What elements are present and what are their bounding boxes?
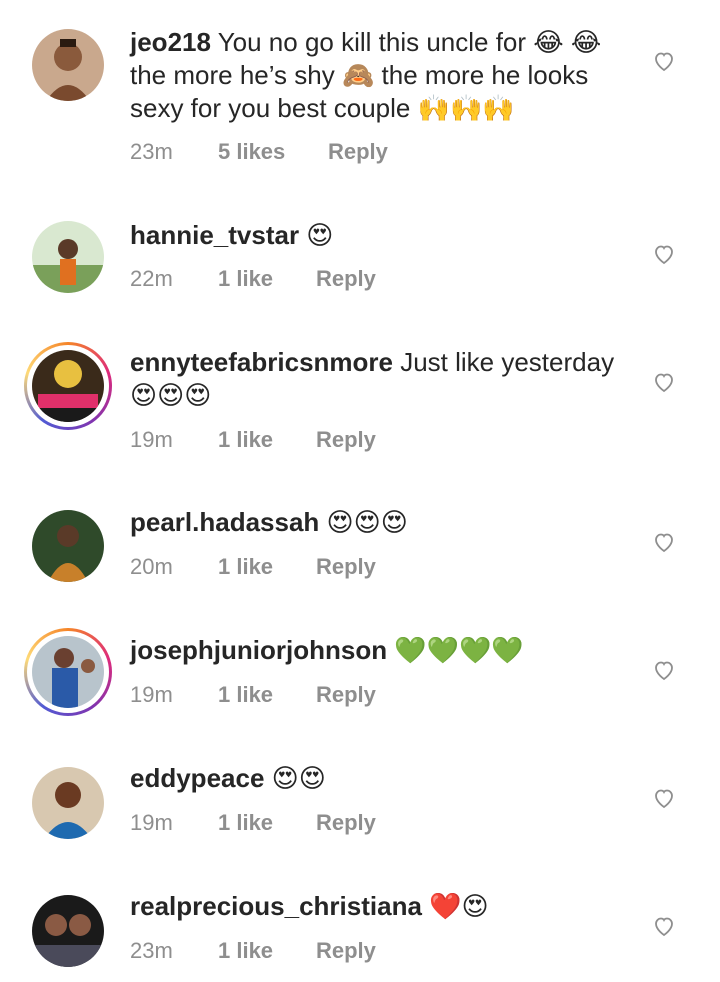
comment-text: josephjuniorjohnson 💚💚💚💚 bbox=[130, 634, 630, 667]
avatar[interactable] bbox=[24, 628, 112, 716]
heart-outline-icon[interactable] bbox=[652, 49, 676, 73]
heart-outline-icon[interactable] bbox=[652, 786, 676, 810]
comment-text: pearl.hadassah 😍😍😍 bbox=[130, 506, 630, 539]
comment-likes[interactable]: 1 like bbox=[218, 266, 316, 292]
reply-button[interactable]: Reply bbox=[316, 682, 376, 708]
comment-body: 😍😍😍 bbox=[319, 507, 408, 537]
story-ring bbox=[27, 345, 109, 427]
comment-likes[interactable]: 1 like bbox=[218, 682, 316, 708]
comment-text: jeo218 You no go kill this uncle for 😂 😂… bbox=[130, 26, 630, 125]
comment-username[interactable]: hannie_tvstar bbox=[130, 220, 299, 250]
avatar-image bbox=[32, 895, 104, 967]
heart-outline-icon[interactable] bbox=[652, 914, 676, 938]
avatar-image bbox=[32, 636, 104, 708]
comment-time: 22m bbox=[130, 266, 173, 291]
comment-username[interactable]: pearl.hadassah bbox=[130, 507, 319, 537]
comment-meta: 23m 5 likes Reply bbox=[130, 139, 388, 165]
comment-body: 💚💚💚💚 bbox=[387, 635, 524, 665]
reply-button[interactable]: Reply bbox=[316, 427, 376, 453]
comment-likes[interactable]: 5 likes bbox=[218, 139, 328, 165]
heart-outline-icon[interactable] bbox=[652, 530, 676, 554]
avatar[interactable] bbox=[30, 27, 106, 103]
comment-meta: 19m 1 like Reply bbox=[130, 810, 376, 836]
comment-username[interactable]: jeo218 bbox=[130, 27, 211, 57]
reply-button[interactable]: Reply bbox=[316, 938, 376, 964]
comment-username[interactable]: eddypeace bbox=[130, 763, 264, 793]
heart-outline-icon[interactable] bbox=[652, 242, 676, 266]
comment-username[interactable]: ennyteefabricsnmore bbox=[130, 347, 393, 377]
comment-body: 😍😍 bbox=[264, 763, 326, 793]
story-ring bbox=[27, 631, 109, 713]
comment-time: 19m bbox=[130, 810, 173, 835]
reply-button[interactable]: Reply bbox=[316, 266, 376, 292]
avatar-image bbox=[32, 29, 104, 101]
comment-time: 20m bbox=[130, 554, 173, 579]
avatar[interactable] bbox=[24, 342, 112, 430]
reply-button[interactable]: Reply bbox=[316, 810, 376, 836]
avatar-image bbox=[32, 350, 104, 422]
avatar-image bbox=[32, 510, 104, 582]
heart-outline-icon[interactable] bbox=[652, 370, 676, 394]
comment-text: hannie_tvstar 😍 bbox=[130, 219, 630, 252]
comment-username[interactable]: realprecious_christiana bbox=[130, 891, 422, 921]
heart-outline-icon[interactable] bbox=[652, 658, 676, 682]
avatar-image bbox=[32, 767, 104, 839]
avatar[interactable] bbox=[30, 508, 106, 584]
comment-time: 23m bbox=[130, 938, 173, 963]
reply-button[interactable]: Reply bbox=[316, 554, 376, 580]
comment-body: ❤️😍 bbox=[421, 891, 489, 921]
comment-likes[interactable]: 1 like bbox=[218, 427, 316, 453]
comment-meta: 20m 1 like Reply bbox=[130, 554, 376, 580]
comment-username[interactable]: josephjuniorjohnson bbox=[130, 635, 387, 665]
comment-meta: 19m 1 like Reply bbox=[130, 427, 376, 453]
comment-text: eddypeace 😍😍 bbox=[130, 762, 630, 795]
avatar[interactable] bbox=[30, 893, 106, 969]
comment-likes[interactable]: 1 like bbox=[218, 938, 316, 964]
comment-text: ennyteefabricsnmore Just like yesterday😍… bbox=[130, 346, 630, 412]
comment-body: 😍 bbox=[299, 220, 334, 250]
comment-likes[interactable]: 1 like bbox=[218, 810, 316, 836]
comment-text: realprecious_christiana ❤️😍 bbox=[130, 890, 630, 923]
comment-time: 23m bbox=[130, 139, 173, 164]
comment-likes[interactable]: 1 like bbox=[218, 554, 316, 580]
comment-meta: 22m 1 like Reply bbox=[130, 266, 376, 292]
avatar[interactable] bbox=[30, 219, 106, 295]
comment-time: 19m bbox=[130, 427, 173, 452]
comment-time: 19m bbox=[130, 682, 173, 707]
avatar-image bbox=[32, 221, 104, 293]
comment-meta: 23m 1 like Reply bbox=[130, 938, 376, 964]
avatar[interactable] bbox=[30, 765, 106, 841]
comment-meta: 19m 1 like Reply bbox=[130, 682, 376, 708]
reply-button[interactable]: Reply bbox=[328, 139, 388, 165]
